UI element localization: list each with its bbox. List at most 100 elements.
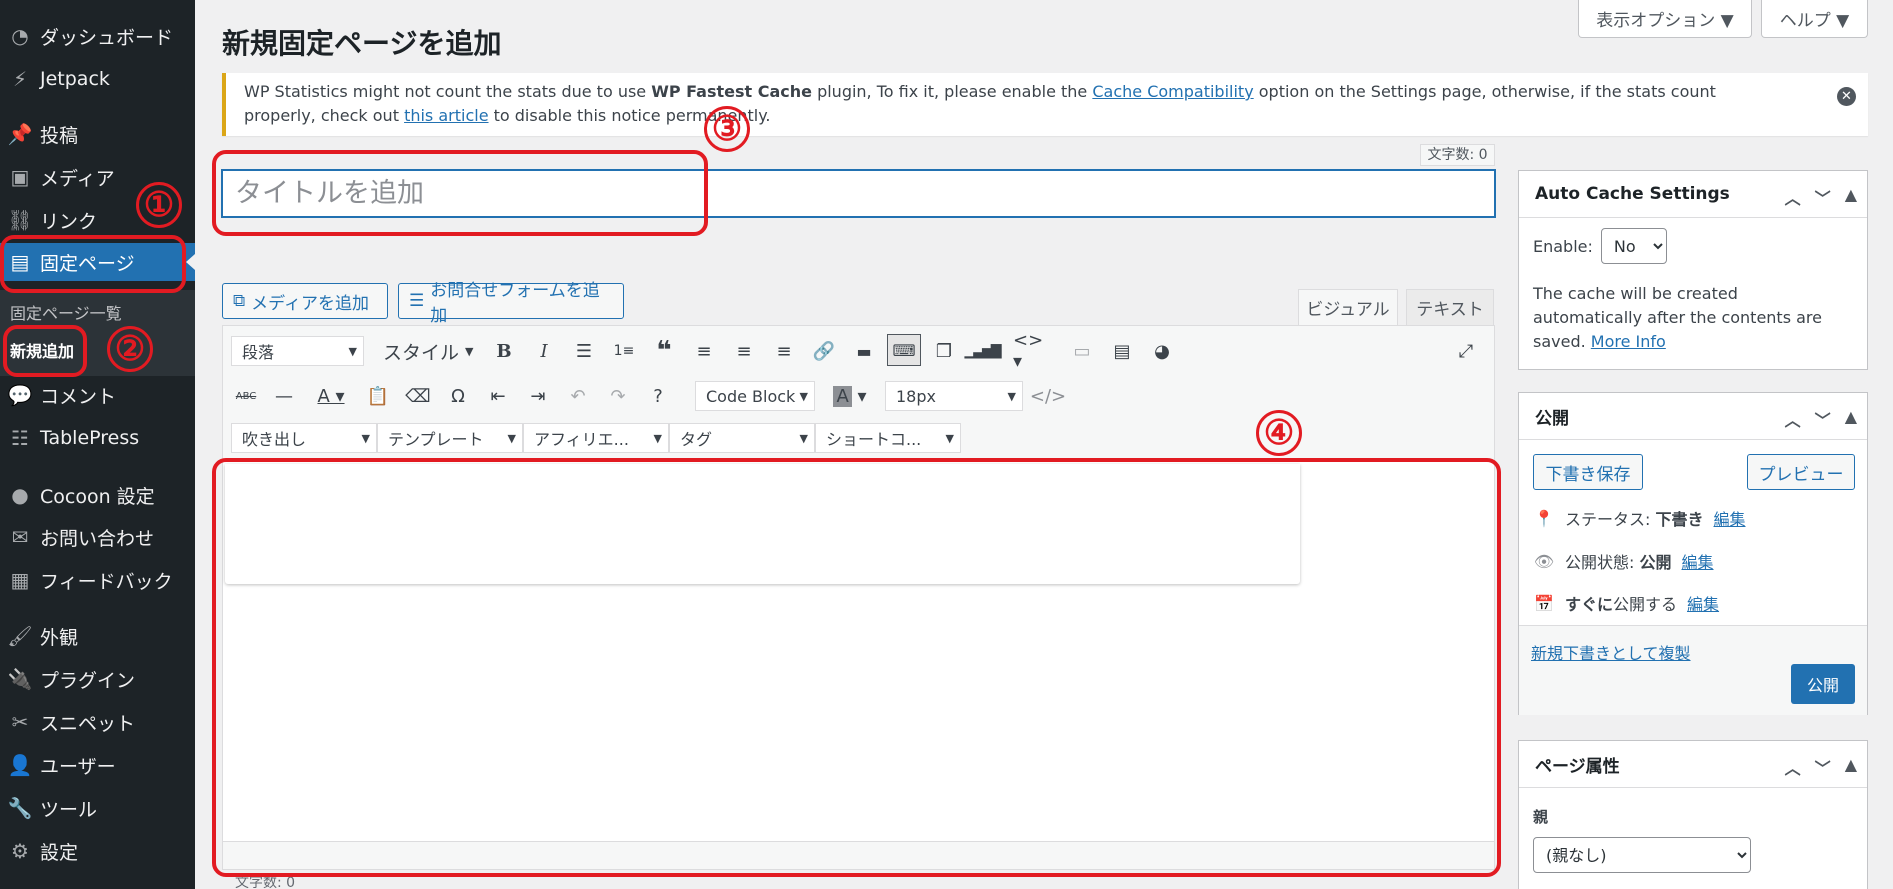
undo-icon[interactable]: ↶ bbox=[565, 381, 591, 411]
bold-icon[interactable]: B bbox=[491, 336, 517, 366]
parent-select[interactable]: (親なし) bbox=[1533, 837, 1751, 873]
chevron-down-icon[interactable]: ﹀ bbox=[1815, 185, 1831, 209]
status-label: ステータス: bbox=[1565, 510, 1656, 529]
stats-notice: WP Statistics might not count the stats … bbox=[222, 73, 1868, 136]
sidebar-item-settings[interactable]: ⚙ 設定 bbox=[0, 832, 195, 870]
visibility-label: 公開状態: bbox=[1565, 553, 1640, 572]
chevron-down-icon[interactable]: ﹀ bbox=[1815, 755, 1831, 779]
submenu-all-pages[interactable]: 固定ページ一覧 bbox=[10, 300, 122, 324]
chevron-down-icon: ▼ bbox=[465, 344, 474, 358]
code-block-select[interactable]: Code Block ▼ bbox=[695, 381, 815, 411]
cache-compatibility-link[interactable]: Cache Compatibility bbox=[1092, 82, 1253, 101]
sidebar-item-feedback[interactable]: ▦ フィードバック bbox=[0, 561, 195, 599]
code-icon[interactable]: </> bbox=[1030, 381, 1066, 411]
add-form-button[interactable]: ☰ お問合せフォームを追加 bbox=[398, 281, 624, 326]
copy-as-draft-link[interactable]: 新規下書きとして複製 bbox=[1531, 640, 1691, 664]
read-more-icon[interactable]: ▬ bbox=[851, 336, 877, 366]
window-icon[interactable]: ▭ bbox=[1069, 336, 1095, 366]
chevron-down-icon[interactable]: ﹀ bbox=[1815, 407, 1831, 431]
preview-button[interactable]: プレビュー bbox=[1747, 454, 1855, 490]
outdent-icon[interactable]: ⇤ bbox=[485, 381, 511, 411]
edit-status-link[interactable]: 編集 bbox=[1714, 506, 1746, 530]
dismiss-notice-icon[interactable]: ✕ bbox=[1837, 87, 1856, 106]
annotation-number-3: ③ bbox=[704, 106, 750, 152]
collapse-icon[interactable]: ▲ bbox=[1845, 755, 1857, 779]
style-dropdown[interactable]: スタイル ▼ bbox=[383, 336, 473, 366]
align-center-icon[interactable]: ≡ bbox=[731, 336, 757, 366]
paste-text-icon[interactable]: 📋 bbox=[365, 381, 391, 411]
more-info-link[interactable]: More Info bbox=[1591, 332, 1666, 351]
strikethrough-icon[interactable]: ABC bbox=[233, 381, 259, 411]
sidebar-item-comments[interactable]: 💬 コメント bbox=[0, 376, 195, 414]
sidebar-item-jetpack[interactable]: ⚡ Jetpack bbox=[0, 60, 195, 98]
sidebar-item-label: プラグイン bbox=[40, 669, 136, 692]
shortcode-select[interactable]: ショートコ... ▼ bbox=[815, 423, 961, 453]
publish-button[interactable]: 公開 bbox=[1791, 664, 1855, 704]
keyboard-icon[interactable]: ⌨ bbox=[887, 334, 921, 366]
redo-icon[interactable]: ↷ bbox=[605, 381, 631, 411]
omega-icon[interactable]: Ω bbox=[445, 381, 471, 411]
chevron-down-icon: ▼ bbox=[1007, 389, 1016, 403]
chevron-down-icon: ▼ bbox=[799, 431, 808, 445]
numbered-list-icon[interactable]: 1≡ bbox=[611, 336, 637, 366]
affiliate-select[interactable]: アフィリエ... ▼ bbox=[523, 423, 669, 453]
fullscreen-icon[interactable]: ⤢ bbox=[1453, 336, 1479, 366]
sidebar-item-users[interactable]: 👤 ユーザー bbox=[0, 746, 195, 784]
sidebar-item-label: メディア bbox=[40, 167, 115, 190]
signal-icon[interactable]: ▁▃▅▇ bbox=[964, 336, 1001, 366]
edit-visibility-link[interactable]: 編集 bbox=[1682, 549, 1714, 573]
this-article-link[interactable]: this article bbox=[404, 106, 488, 125]
layout-icon[interactable]: ▤ bbox=[1109, 336, 1135, 366]
tag-select[interactable]: タグ ▼ bbox=[669, 423, 815, 453]
parent-label: 親 bbox=[1533, 808, 1549, 826]
align-left-icon[interactable]: ≡ bbox=[691, 336, 717, 366]
sidebar-item-contact[interactable]: ✉ お問い合わせ bbox=[0, 518, 195, 556]
bullet-list-icon[interactable]: ☰ bbox=[571, 336, 597, 366]
sidebar-item-tools[interactable]: 🔧 ツール bbox=[0, 789, 195, 827]
add-media-button[interactable]: ⧉ メディアを追加 bbox=[222, 283, 388, 319]
sidebar-item-snippets[interactable]: ✂ スニペット bbox=[0, 703, 195, 741]
sidebar-item-label: ダッシュボード bbox=[40, 26, 174, 49]
paragraph-format-select[interactable]: 段落 ▼ bbox=[231, 336, 364, 366]
horizontal-line-icon[interactable]: — bbox=[271, 381, 297, 411]
shortcode-label: ショートコ... bbox=[826, 430, 922, 449]
visibility-value: 公開 bbox=[1639, 553, 1672, 572]
italic-icon[interactable]: I bbox=[531, 336, 557, 366]
sidebar-item-tablepress[interactable]: ☷ TablePress bbox=[0, 419, 195, 457]
copy-icon[interactable]: ❐ bbox=[931, 336, 957, 366]
blockquote-icon[interactable]: ❝ bbox=[651, 336, 677, 366]
sidebar-item-cocoon[interactable]: ● Cocoon 設定 bbox=[0, 476, 195, 514]
chevron-up-icon[interactable]: ︿ bbox=[1785, 755, 1801, 779]
align-right-icon[interactable]: ≡ bbox=[771, 336, 797, 366]
chevron-up-icon[interactable]: ︿ bbox=[1785, 185, 1801, 209]
code-dropdown-icon[interactable]: <> ▾ bbox=[1013, 330, 1053, 372]
sidebar-item-plugins[interactable]: 🔌 プラグイン bbox=[0, 660, 195, 698]
collapse-icon[interactable]: ▲ bbox=[1845, 407, 1857, 431]
sidebar-item-posts[interactable]: 📌 投稿 bbox=[0, 115, 195, 153]
clear-format-icon[interactable]: ⌫ bbox=[405, 381, 431, 411]
indent-icon[interactable]: ⇥ bbox=[525, 381, 551, 411]
auto-cache-header: Auto Cache Settings ︿ ﹀ ▲ bbox=[1519, 171, 1867, 218]
sidebar-item-appearance[interactable]: 🖌 外観 bbox=[0, 617, 195, 655]
screen-options-button[interactable]: 表示オプション ▼ bbox=[1578, 0, 1752, 38]
sidebar-item-dashboard[interactable]: ◔ ダッシュボード bbox=[0, 17, 195, 55]
chevron-up-icon[interactable]: ︿ bbox=[1785, 407, 1801, 431]
enable-label: Enable: bbox=[1533, 236, 1593, 256]
template-select[interactable]: テンプレート ▼ bbox=[377, 423, 523, 453]
collapse-icon[interactable]: ▲ bbox=[1845, 185, 1857, 209]
edit-schedule-link[interactable]: 編集 bbox=[1687, 591, 1719, 615]
help-icon[interactable]: ? bbox=[645, 381, 671, 411]
pie-chart-icon[interactable]: ◕ bbox=[1149, 336, 1175, 366]
background-color-icon[interactable]: A ▾ bbox=[825, 381, 875, 411]
enable-select[interactable]: No bbox=[1600, 228, 1667, 264]
speech-bubble-select[interactable]: 吹き出し ▼ bbox=[231, 423, 377, 453]
text-color-icon[interactable]: A ▾ bbox=[311, 381, 351, 411]
tab-text[interactable]: テキスト bbox=[1406, 289, 1494, 325]
status-row: 📍 ステータス: 下書き 編集 bbox=[1533, 506, 1746, 530]
sidebar-item-label: スニペット bbox=[40, 712, 136, 735]
font-size-select[interactable]: 18px ▼ bbox=[885, 381, 1023, 411]
tab-visual[interactable]: ビジュアル bbox=[1298, 289, 1398, 325]
save-draft-button[interactable]: 下書き保存 bbox=[1533, 454, 1643, 490]
link-icon[interactable]: 🔗 bbox=[811, 336, 837, 366]
help-button[interactable]: ヘルプ ▼ bbox=[1761, 0, 1868, 38]
